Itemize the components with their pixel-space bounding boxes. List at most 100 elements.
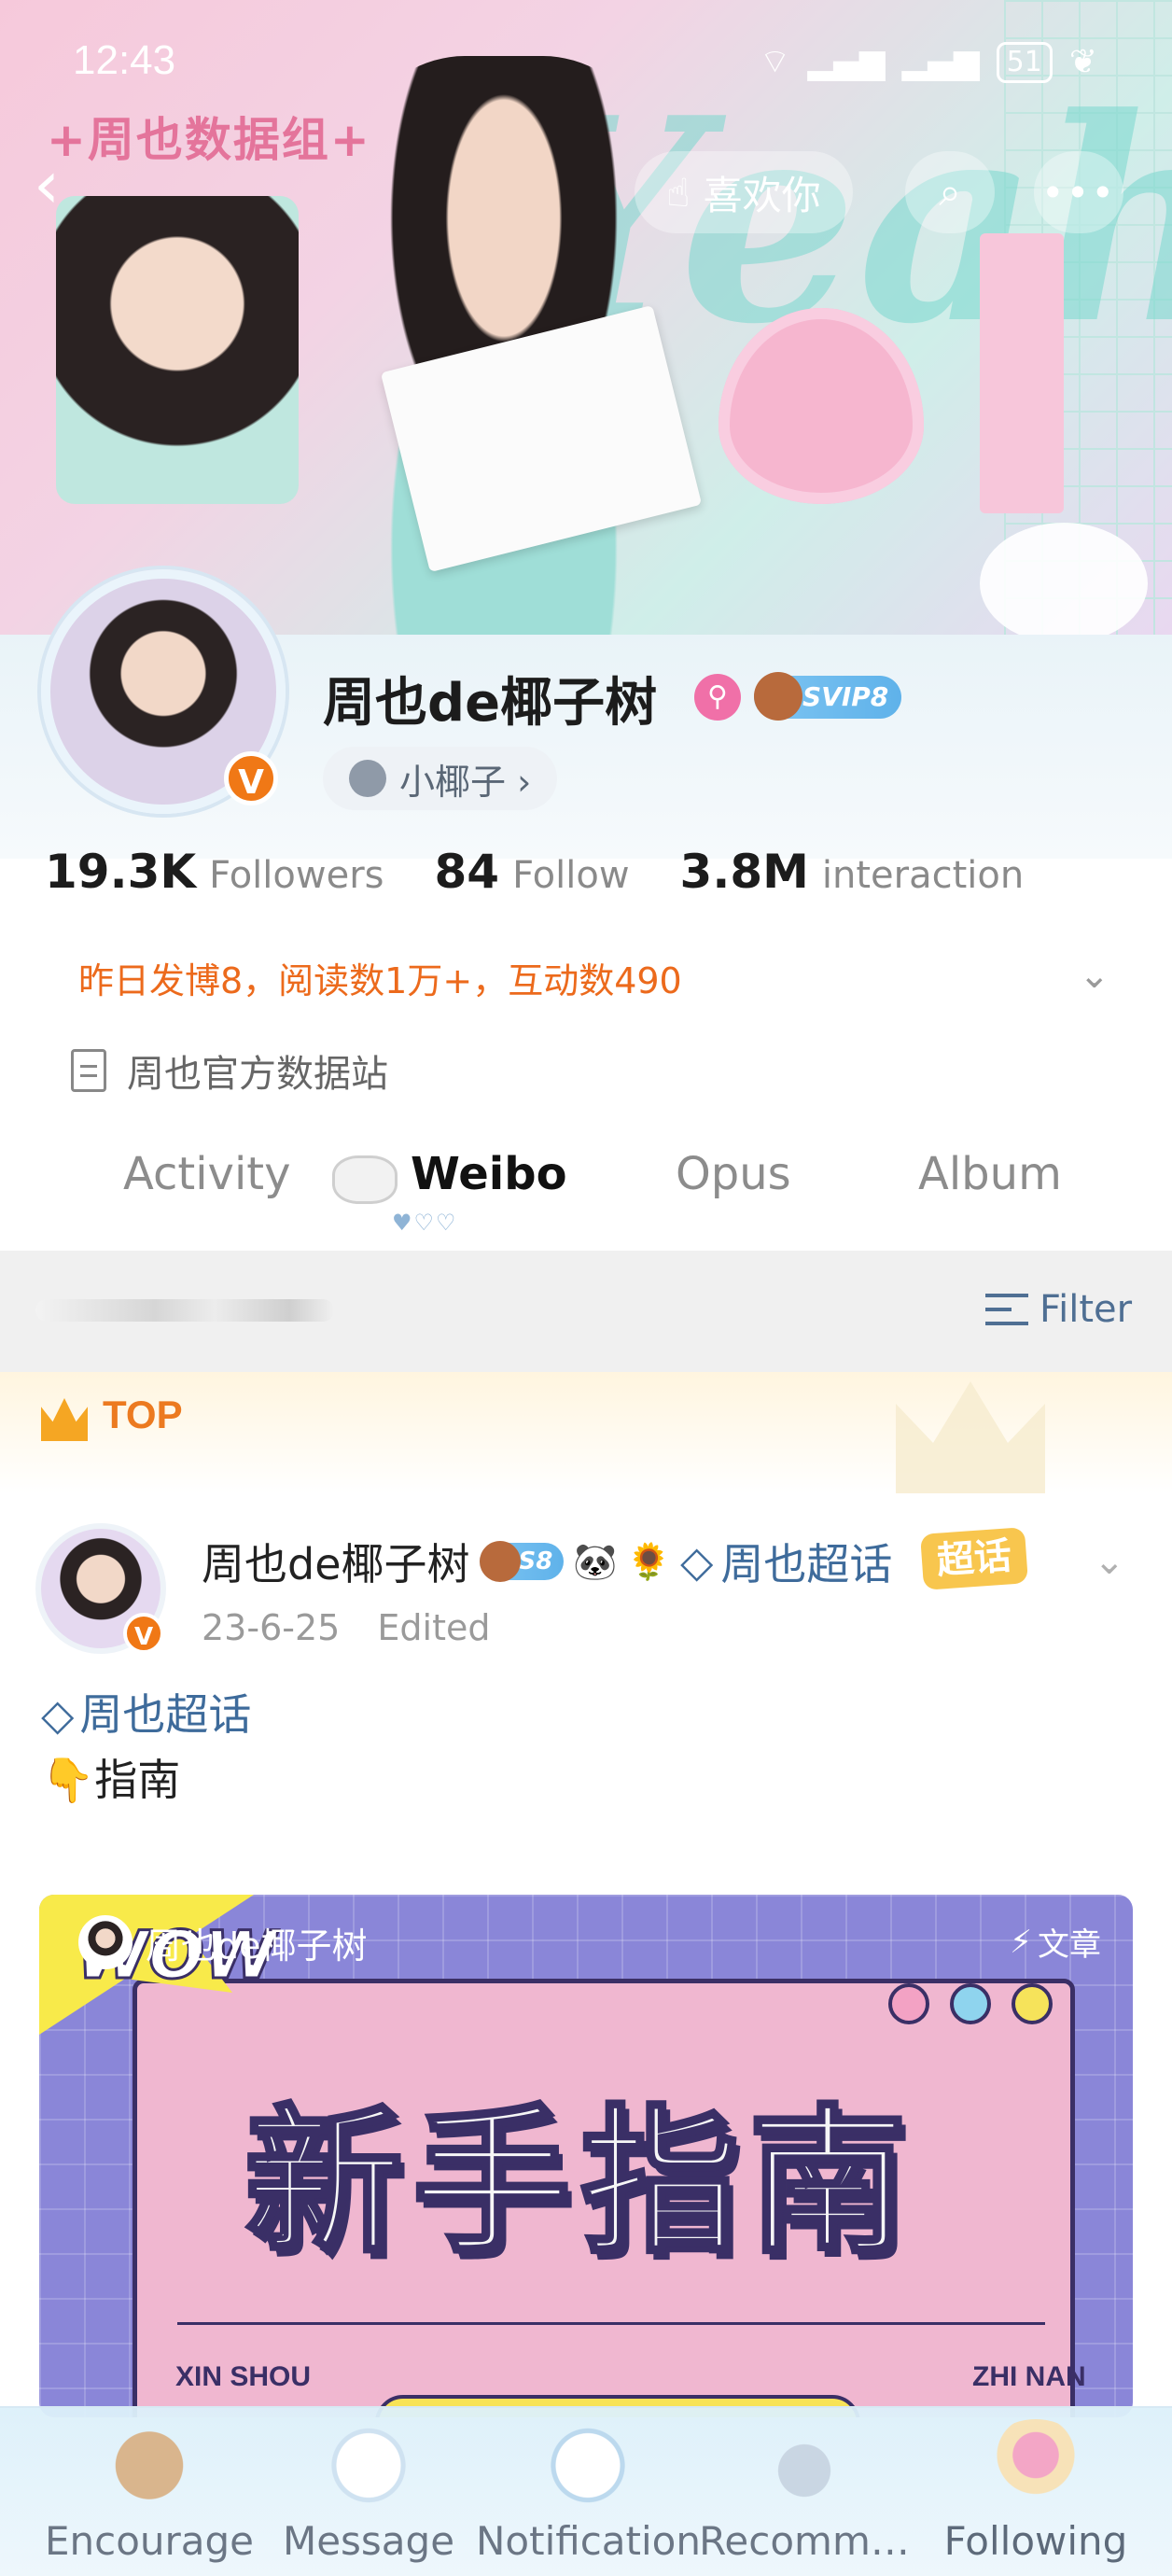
nav-notification[interactable]: Notification	[476, 2408, 701, 2576]
card-subtitle-left: XIN SHOU	[175, 2361, 312, 2392]
dot-yellow-icon	[1012, 1983, 1053, 2024]
cupcake-icon	[980, 2419, 1092, 2522]
post-topic-name: 周也超话	[720, 1539, 893, 1589]
post-body-topic-text: 周也超话	[79, 1689, 252, 1740]
post-body-line: 👇指南	[41, 1755, 181, 1805]
dot-pink-icon	[888, 1983, 929, 2024]
svip-badge[interactable]: SVIP8	[754, 672, 902, 721]
fan-group-tag[interactable]: 小椰子 ›	[323, 747, 558, 810]
like-button-label: 喜欢你	[703, 172, 821, 218]
post-options-chevron-icon[interactable]: ⌄	[1094, 1540, 1125, 1583]
signal-icon: ▂▄▆	[807, 43, 886, 81]
profile-description: 周也官方数据站	[71, 1043, 388, 1098]
card-window-dots	[888, 1983, 1053, 2024]
follow-label[interactable]: Follow	[512, 854, 629, 897]
chevron-down-icon[interactable]: ⌄	[1079, 954, 1110, 997]
interaction-label: interaction	[821, 854, 1025, 897]
profile-stats: 19.3K Followers 84 Follow 3.8M interacti…	[45, 845, 1074, 899]
pinned-label: TOP	[103, 1393, 183, 1436]
nav-recommend[interactable]: Recomm…	[692, 2408, 916, 2576]
card-type-label: ⚡ 文章	[1010, 1919, 1101, 1965]
header-banner: Yeah +周也数据组+ 12:43 ⌔ ▂▄▆ ▂▄▆ 51 ❦ ‹ ☝ 喜欢…	[0, 0, 1172, 635]
post-author-name[interactable]: 周也de椰子树	[202, 1531, 470, 1592]
wifi-icon: ⌔	[759, 43, 791, 81]
follow-count[interactable]: 84	[434, 845, 499, 899]
status-time: 12:43	[73, 37, 176, 83]
document-icon	[71, 1049, 106, 1092]
profile-name: 周也de椰子树	[323, 673, 658, 734]
post-verified-badge-icon: V	[123, 1613, 164, 1654]
back-button[interactable]: ‹	[34, 152, 99, 222]
post-date: 23-6-25	[202, 1607, 341, 1648]
post-body: ◇ 周也超话 👇指南	[41, 1682, 251, 1813]
blurred-placeholder-bar	[35, 1299, 334, 1322]
card-subtitle-right: ZHI NAN	[972, 2361, 1086, 2392]
tab-weibo[interactable]: Weibo	[411, 1148, 567, 1200]
post-meta: 23-6-25 Edited	[202, 1607, 517, 1648]
tab-album[interactable]: Album	[918, 1148, 1062, 1200]
post-author-row: 周也de椰子树 S8 🐼 🌻 ◇ 周也超话	[202, 1531, 892, 1592]
card-author-name: 周也de椰子树	[146, 1925, 368, 1967]
filter-label: Filter	[1039, 1288, 1133, 1331]
nav-notification-label: Notification	[476, 2518, 701, 2564]
pinned-header: TOP	[0, 1372, 1172, 1493]
leaf-icon: ❦	[1068, 43, 1097, 81]
bottom-nav: Encourage Message Notification Recomm… F…	[0, 2406, 1172, 2576]
post-body-topic-link[interactable]: ◇ 周也超话	[41, 1682, 251, 1747]
lightning-icon: ⚡	[1010, 1923, 1032, 1961]
profile-description-text: 周也官方数据站	[127, 1053, 388, 1096]
name-badge-icon[interactable]: ⚲	[694, 674, 741, 721]
diamond-icon: ◇	[41, 1689, 75, 1740]
post-edited-label: Edited	[377, 1607, 491, 1648]
filter-button[interactable]: Filter	[985, 1288, 1132, 1331]
fan-group-label: 小椰子 ›	[399, 761, 532, 803]
nav-encourage[interactable]: Encourage	[37, 2408, 261, 2576]
tab-activity[interactable]: Activity	[123, 1148, 291, 1200]
nav-message[interactable]: Message	[271, 2408, 467, 2576]
banner-photo-strip	[980, 233, 1064, 513]
verified-badge-icon: V	[224, 751, 278, 805]
super-topic-tag: 超话	[920, 1527, 1028, 1590]
tab-opus[interactable]: Opus	[676, 1148, 791, 1200]
card-author: 周也de椰子树	[78, 1915, 368, 1969]
filter-icon	[985, 1294, 1028, 1325]
tab-weibo-mascot-icon	[332, 1155, 398, 1204]
svip-badge-label: SVIP8	[802, 681, 889, 712]
search-button[interactable]: ⌕	[905, 151, 995, 233]
more-dots-icon: •••	[1040, 169, 1117, 216]
battery-icon: 51	[996, 41, 1053, 83]
followers-count[interactable]: 19.3K	[45, 845, 196, 899]
sunflower-icon: 🌻	[626, 1540, 671, 1582]
crown-icon	[41, 1398, 88, 1441]
filter-band: Filter	[0, 1251, 1172, 1372]
nav-following[interactable]: Following	[933, 2408, 1138, 2576]
like-button[interactable]: ☝ 喜欢你	[635, 151, 853, 233]
status-icons: ⌔ ▂▄▆ ▂▄▆ 51 ❦	[760, 41, 1097, 83]
chevron-left-icon: ‹	[34, 147, 60, 223]
search-icon: ⌕	[939, 169, 961, 215]
card-author-avatar	[78, 1915, 133, 1969]
interaction-count: 3.8M	[679, 845, 809, 899]
card-divider	[177, 2322, 1045, 2325]
ring-icon	[748, 2419, 860, 2522]
dot-blue-icon	[950, 1983, 991, 2024]
more-button[interactable]: •••	[1034, 151, 1123, 233]
followers-label[interactable]: Followers	[209, 854, 384, 897]
activity-notice[interactable]: 昨日发博8，阅读数1万+，互动数490	[78, 952, 682, 1003]
bear-icon	[93, 2419, 205, 2522]
profile-tabs: Activity Weibo ♥♡♡ Opus Album	[0, 1148, 1172, 1251]
smiley-icon	[349, 760, 386, 797]
vip-cup-icon	[754, 672, 802, 721]
nav-encourage-label: Encourage	[44, 2518, 255, 2564]
post-topic-link[interactable]: ◇ 周也超话	[680, 1531, 892, 1592]
cat-bow-icon	[532, 2419, 644, 2522]
banner-cat-sticker	[980, 523, 1148, 635]
post-vip-badge[interactable]: S8	[479, 1541, 565, 1582]
banner-photo-left	[56, 196, 299, 504]
card-type-text: 文章	[1038, 1926, 1101, 1964]
tab-selected-hearts-icon: ♥♡♡	[392, 1210, 458, 1236]
panda-icon: 🐼	[573, 1540, 618, 1582]
cat-mail-icon	[313, 2419, 425, 2522]
article-card[interactable]: WOW 周也de椰子树 ⚡ 文章 新手指南 XIN SHOU ZHI NAN	[39, 1895, 1133, 2417]
like-hand-icon: ☝	[666, 169, 691, 216]
